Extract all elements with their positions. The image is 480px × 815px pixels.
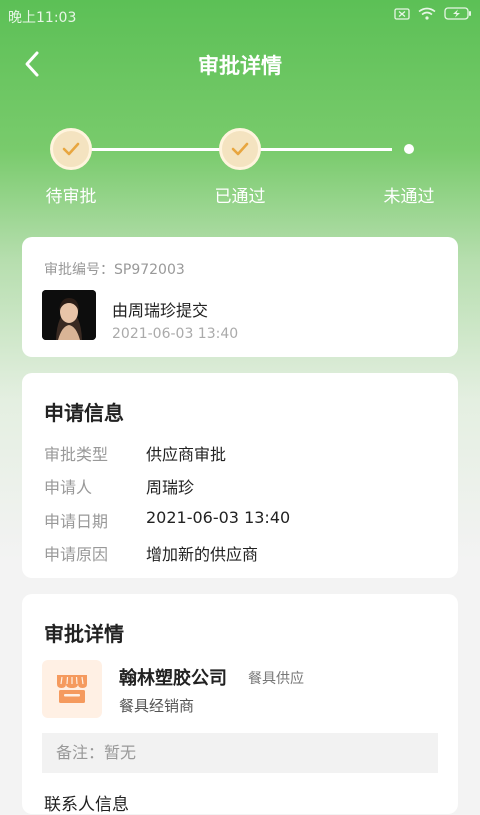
step-completed-marker (50, 128, 92, 170)
status-time: 晚上11:03 (8, 10, 77, 26)
info-value: 增加新的供应商 (146, 545, 259, 564)
avatar (42, 290, 96, 340)
approval-number: 审批编号：SP972003 (44, 262, 185, 278)
remark-box: 备注：暂无 (42, 733, 438, 773)
battery-charging-icon (444, 7, 472, 20)
approval-detail-card: 审批详情 翰林塑胶公司 餐具供应 餐具经销商 备注：暂无 联系人信息 (22, 594, 458, 815)
contact-info-title: 联系人信息 (44, 795, 129, 815)
section-title: 审批详情 (44, 622, 124, 646)
check-icon (231, 142, 249, 156)
sim-off-icon (394, 7, 410, 20)
application-info-card: 申请信息 审批类型 供应商审批 申请人 周瑞珍 申请日期 2021-06-03 … (22, 373, 458, 578)
company-tag: 餐具供应 (248, 671, 304, 687)
step-completed-marker (219, 128, 261, 170)
step-pending-marker (404, 144, 414, 154)
wifi-icon (418, 7, 436, 20)
section-title: 申请信息 (44, 401, 124, 425)
page-title: 审批详情 (198, 54, 282, 78)
company-type: 餐具经销商 (119, 697, 195, 715)
submit-time: 2021-06-03 13:40 (112, 326, 239, 342)
navigation-bar: 审批详情 (0, 36, 480, 92)
info-label: 申请人 (44, 478, 93, 497)
status-bar: 晚上11:03 (0, 0, 480, 32)
step-connector (90, 148, 220, 151)
status-icons (394, 7, 472, 20)
info-label: 申请原因 (44, 545, 109, 564)
step-label: 已通过 (214, 187, 266, 207)
store-icon (42, 660, 102, 718)
step-label: 未通过 (383, 187, 435, 207)
info-value: 供应商审批 (146, 445, 227, 464)
submission-card: 审批编号：SP972003 由周瑞珍提交 2021-06-03 13:40 (22, 237, 458, 357)
check-icon (62, 142, 80, 156)
approval-progress-steps: 待审批 已通过 未通过 (0, 122, 480, 212)
step-connector (260, 148, 392, 151)
info-value: 2021-06-03 13:40 (146, 508, 291, 527)
info-value: 周瑞珍 (146, 478, 195, 497)
submitter-text: 由周瑞珍提交 (112, 301, 209, 320)
step-label: 待审批 (45, 187, 97, 207)
company-name: 翰林塑胶公司 (119, 668, 227, 689)
info-label: 申请日期 (44, 512, 109, 531)
info-label: 审批类型 (44, 445, 109, 464)
